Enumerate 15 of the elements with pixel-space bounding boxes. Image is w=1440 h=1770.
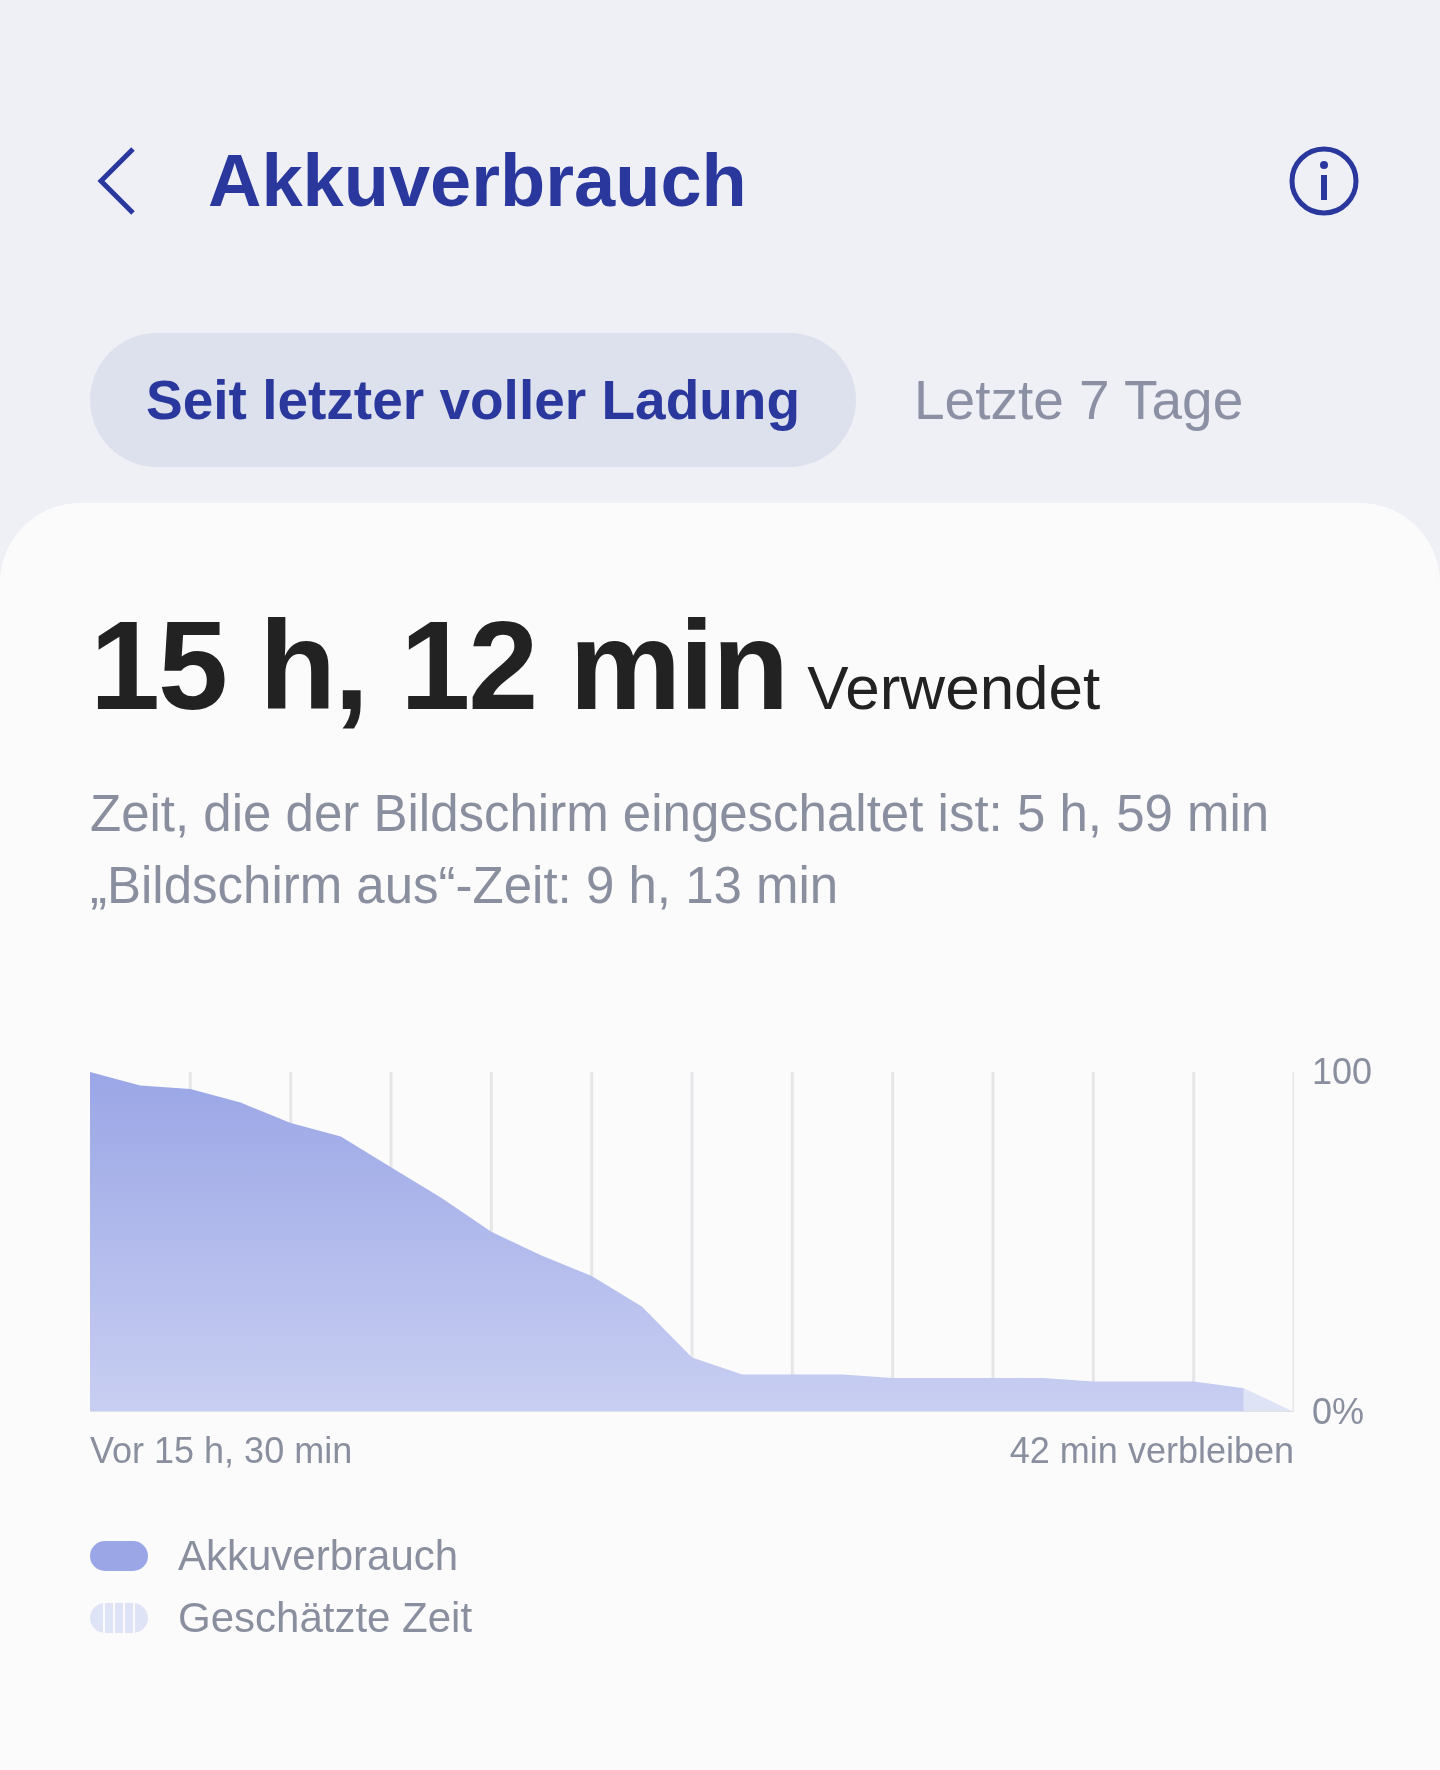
legend-label: Geschätzte Zeit	[178, 1594, 473, 1642]
x-axis-label: Vor 15 h, 30 min	[90, 1430, 353, 1472]
info-icon	[1288, 144, 1360, 217]
chevron-left-icon	[97, 146, 137, 215]
tab[interactable]: Seit letzter voller Ladung	[90, 333, 856, 467]
detail-text: Zeit, die der Bildschirm eingeschaltet ist: 5 h, 59 min	[90, 784, 1271, 844]
y-axis-label: 0%	[1312, 1391, 1365, 1433]
legend-label: Akkuverbrauch	[178, 1532, 459, 1580]
detail-text: „Bildschirm aus“-Zeit: 9 h, 13 min	[90, 856, 840, 916]
x-axis-label: 42 min verbleiben	[1009, 1430, 1294, 1472]
usage-time: 15 h, 12 min	[90, 594, 788, 738]
usage-label: Verwendet	[807, 652, 1101, 723]
page-title: Akkuverbrauch	[208, 138, 748, 223]
y-axis-label: 100	[1312, 1051, 1373, 1093]
info-button[interactable]	[1288, 144, 1360, 217]
